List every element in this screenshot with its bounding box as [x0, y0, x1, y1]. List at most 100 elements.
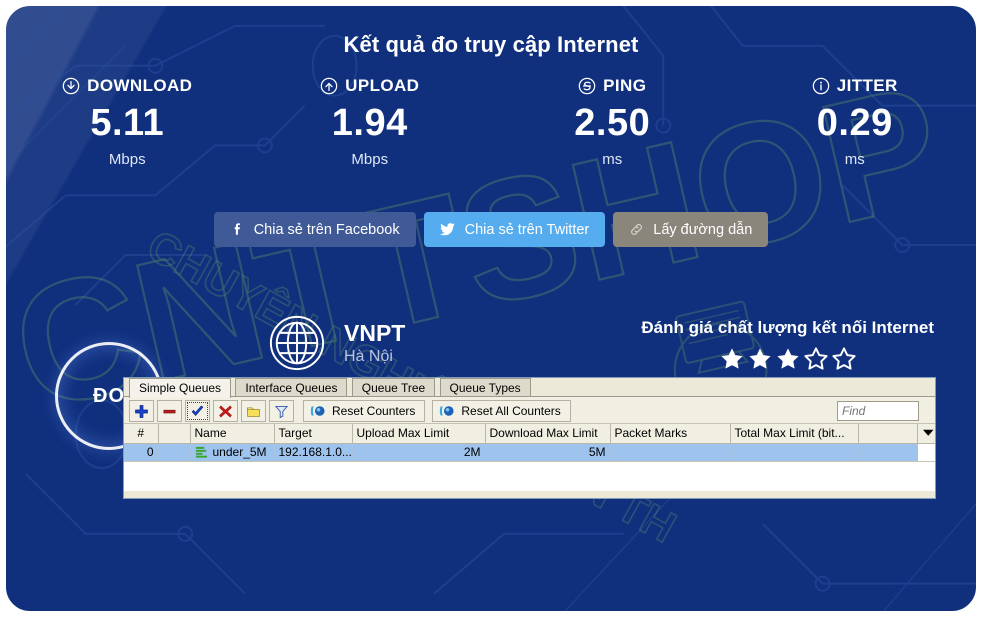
- reset-counters-label: Reset Counters: [332, 404, 416, 418]
- cell-upload-max-limit: 2M: [352, 443, 486, 461]
- speedtest-result-card: CNTTSHOP CHUYÊN NGHIỆP - THẬN TH Kết quả…: [4, 4, 978, 613]
- share-facebook-button[interactable]: Chia sẻ trên Facebook: [213, 212, 416, 247]
- star-icon-filled-1[interactable]: [719, 346, 745, 372]
- column-header-name[interactable]: Name: [190, 424, 275, 444]
- column-header-target[interactable]: Target: [274, 424, 353, 444]
- filter-button[interactable]: [269, 400, 294, 422]
- cell-packet-marks: [610, 443, 731, 461]
- metric-download-label: DOWNLOAD: [87, 76, 193, 95]
- cell-index: 0: [124, 443, 159, 461]
- queue-icon: [195, 447, 207, 458]
- share-facebook-label: Chia sẻ trên Facebook: [253, 221, 400, 238]
- metric-download-header: DOWNLOAD: [6, 76, 249, 96]
- download-arrow-icon: [62, 77, 80, 95]
- metric-jitter: JITTER 0.29 ms: [734, 76, 977, 168]
- metric-ping-unit: ms: [602, 150, 623, 168]
- minus-icon: [163, 409, 176, 413]
- metric-jitter-header: JITTER: [734, 76, 977, 96]
- column-header-upload-max-limit[interactable]: Upload Max Limit: [352, 424, 486, 444]
- column-header-flags[interactable]: [158, 424, 191, 444]
- funnel-icon: [274, 405, 289, 418]
- chevron-down-icon: [922, 430, 933, 437]
- disable-button[interactable]: [213, 400, 238, 422]
- metric-ping: PING 2.50 ms: [491, 76, 734, 168]
- metric-ping-header: PING: [491, 76, 734, 96]
- reset-all-counters-button[interactable]: Reset All Counters: [432, 400, 571, 422]
- cell-name-text: under_5M: [212, 445, 267, 460]
- column-picker-button[interactable]: [917, 424, 935, 444]
- column-header-total-max-limit[interactable]: Total Max Limit (bit...: [730, 424, 859, 444]
- reset-all-counters-icon: [440, 406, 454, 416]
- add-button[interactable]: [129, 400, 154, 422]
- find-input[interactable]: [837, 401, 919, 421]
- reset-counters-icon: [310, 406, 325, 416]
- column-header-index[interactable]: #: [124, 424, 159, 444]
- rating-block: Đánh giá chất lượng kết nối Internet: [641, 318, 934, 372]
- cell-total-max-limit: [730, 443, 859, 461]
- info-icon: [812, 77, 830, 95]
- check-icon: [191, 405, 204, 416]
- enable-button[interactable]: [185, 400, 210, 422]
- copy-link-label: Lấy đường dẫn: [653, 221, 753, 238]
- star-icon-filled-3[interactable]: [775, 346, 801, 372]
- metric-upload-header: UPLOAD: [249, 76, 492, 96]
- star-icon-empty-4[interactable]: [803, 346, 829, 372]
- cell-flags: [158, 443, 191, 461]
- star-icon-empty-5[interactable]: [831, 346, 857, 372]
- winbox-simple-queues-window: Simple Queues Interface Queues Queue Tre…: [123, 377, 936, 499]
- table-empty-area: [124, 461, 935, 491]
- tab-queue-tree[interactable]: Queue Tree: [351, 378, 436, 397]
- ping-icon: [578, 77, 596, 95]
- note-icon: [247, 407, 260, 417]
- isp-block: VNPT Hà Nội: [268, 314, 405, 372]
- column-header-extra[interactable]: [858, 424, 918, 444]
- twitter-icon: [439, 223, 455, 236]
- comment-button[interactable]: [241, 400, 266, 422]
- cell-name: under_5M: [190, 443, 275, 461]
- column-header-download-max-limit[interactable]: Download Max Limit: [485, 424, 611, 444]
- copy-link-button[interactable]: Lấy đường dẫn: [613, 212, 769, 247]
- table-row[interactable]: 0 under_5M 192.168.1.0... 2M 5M: [124, 443, 935, 461]
- tab-interface-queues[interactable]: Interface Queues: [235, 378, 348, 397]
- tab-queue-types[interactable]: Queue Types: [439, 378, 531, 397]
- metric-upload: UPLOAD 1.94 Mbps: [249, 76, 492, 168]
- rating-label: Đánh giá chất lượng kết nối Internet: [641, 318, 934, 337]
- remove-button[interactable]: [157, 400, 182, 422]
- isp-name: VNPT: [344, 319, 406, 346]
- share-buttons-row: Chia sẻ trên Facebook Chia sẻ trên Twitt…: [6, 212, 976, 247]
- metric-upload-value: 1.94: [331, 102, 408, 144]
- share-twitter-label: Chia sẻ trên Twitter: [464, 221, 590, 238]
- metric-jitter-label: JITTER: [836, 76, 898, 95]
- link-icon: [631, 224, 643, 235]
- plus-icon: [135, 404, 148, 418]
- metric-upload-unit: Mbps: [351, 150, 389, 168]
- share-twitter-button[interactable]: Chia sẻ trên Twitter: [423, 212, 606, 247]
- upload-arrow-icon: [320, 77, 338, 95]
- reset-all-counters-label: Reset All Counters: [461, 404, 561, 418]
- metric-download: DOWNLOAD 5.11 Mbps: [6, 76, 249, 168]
- metrics-row: DOWNLOAD 5.11 Mbps UPLOAD 1.94 Mbps PING…: [6, 76, 976, 168]
- winbox-toolbar: Reset Counters Reset All Counters: [124, 397, 935, 424]
- metric-jitter-unit: ms: [844, 150, 865, 168]
- metric-ping-label: PING: [603, 76, 647, 95]
- page-title: Kết quả đo truy cập Internet: [343, 32, 639, 57]
- globe-icon: [269, 315, 325, 371]
- cell-target: 192.168.1.0...: [274, 443, 353, 461]
- reset-counters-button[interactable]: Reset Counters: [303, 400, 426, 422]
- table-header-row: # Name Target Upload Max Limit Download …: [124, 424, 935, 444]
- metric-ping-value: 2.50: [574, 102, 651, 144]
- metric-jitter-value: 0.29: [816, 102, 893, 144]
- metric-download-value: 5.11: [90, 102, 165, 144]
- cell-gutter: [917, 443, 935, 461]
- tab-simple-queues[interactable]: Simple Queues: [129, 378, 232, 398]
- cell-extra: [858, 443, 918, 461]
- cell-download-max-limit: 5M: [485, 443, 611, 461]
- facebook-icon: [234, 223, 240, 235]
- red-x-icon: [219, 404, 232, 418]
- star-icon-filled-2[interactable]: [747, 346, 773, 372]
- winbox-tab-strip: Simple Queues Interface Queues Queue Tre…: [124, 378, 935, 398]
- simple-queues-table: # Name Target Upload Max Limit Download …: [124, 424, 935, 461]
- column-header-packet-marks[interactable]: Packet Marks: [610, 424, 731, 444]
- isp-text-block: VNPT Hà Nội: [344, 320, 405, 366]
- star-rating[interactable]: [641, 346, 934, 372]
